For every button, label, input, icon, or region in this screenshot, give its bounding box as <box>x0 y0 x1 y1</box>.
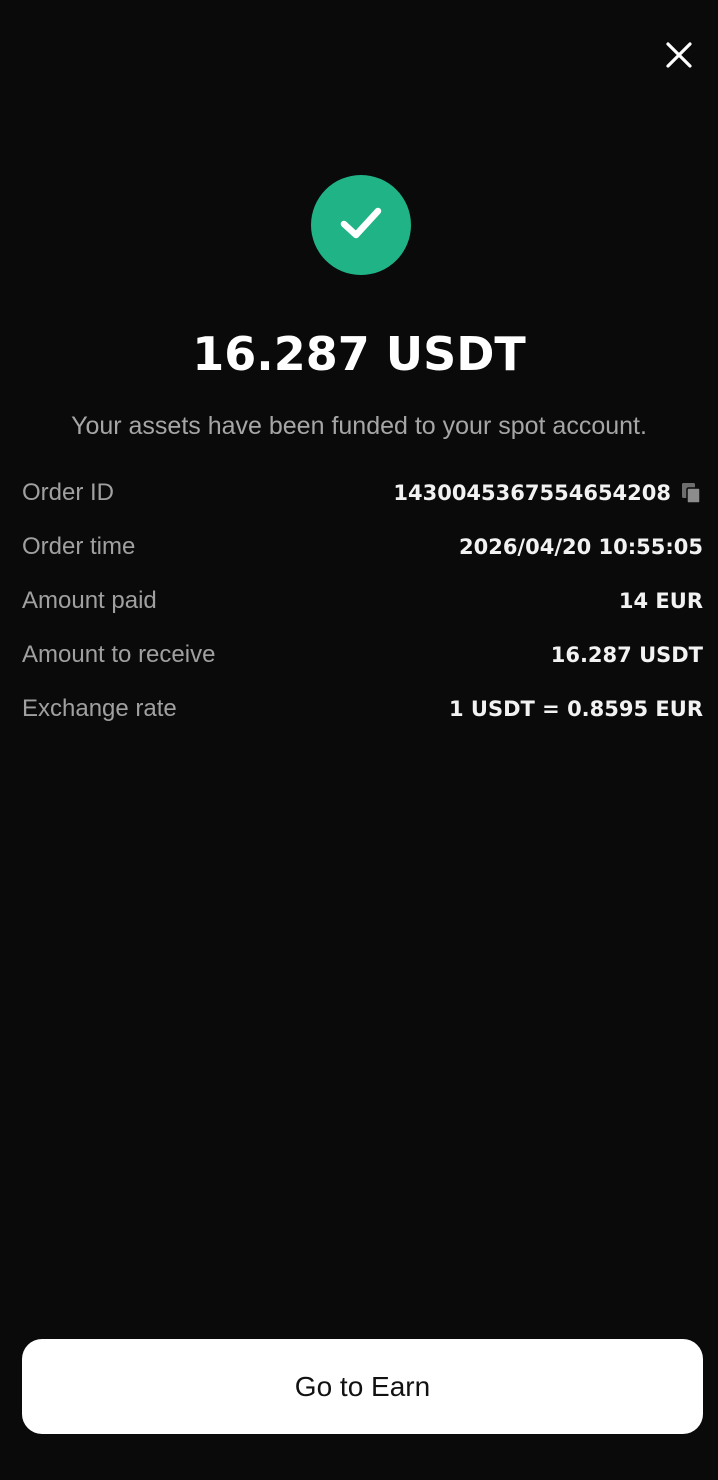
success-badge <box>311 175 411 275</box>
order-id-value-group: 1430045367554654208 <box>393 481 703 505</box>
close-icon <box>665 41 693 73</box>
close-button[interactable] <box>660 38 698 76</box>
order-details: Order ID 1430045367554654208 Order time … <box>22 466 703 736</box>
amount-paid-label: Amount paid <box>22 587 157 614</box>
check-icon <box>338 200 384 250</box>
go-to-earn-button[interactable]: Go to Earn <box>22 1339 703 1434</box>
received-amount: 16.287 USDT <box>192 327 526 381</box>
order-id-value: 1430045367554654208 <box>393 481 671 505</box>
order-time-label: Order time <box>22 533 136 560</box>
exchange-rate-value: 1 USDT = 0.8595 EUR <box>449 697 703 721</box>
detail-row-order-id: Order ID 1430045367554654208 <box>22 466 703 520</box>
order-time-value: 2026/04/20 10:55:05 <box>458 535 703 559</box>
copy-icon[interactable] <box>681 482 703 504</box>
detail-row-order-time: Order time 2026/04/20 10:55:05 <box>22 520 703 574</box>
amount-to-receive-label: Amount to receive <box>22 641 216 668</box>
exchange-rate-label: Exchange rate <box>22 695 177 722</box>
detail-row-exchange-rate: Exchange rate 1 USDT = 0.8595 EUR <box>22 682 703 736</box>
amount-paid-value: 14 EUR <box>618 589 703 613</box>
amount-to-receive-value: 16.287 USDT <box>550 643 703 667</box>
detail-row-amount-to-receive: Amount to receive 16.287 USDT <box>22 628 703 682</box>
detail-row-amount-paid: Amount paid 14 EUR <box>22 574 703 628</box>
go-to-earn-label: Go to Earn <box>294 1370 431 1402</box>
funded-message: Your assets have been funded to your spo… <box>71 412 647 440</box>
order-id-label: Order ID <box>22 479 115 506</box>
